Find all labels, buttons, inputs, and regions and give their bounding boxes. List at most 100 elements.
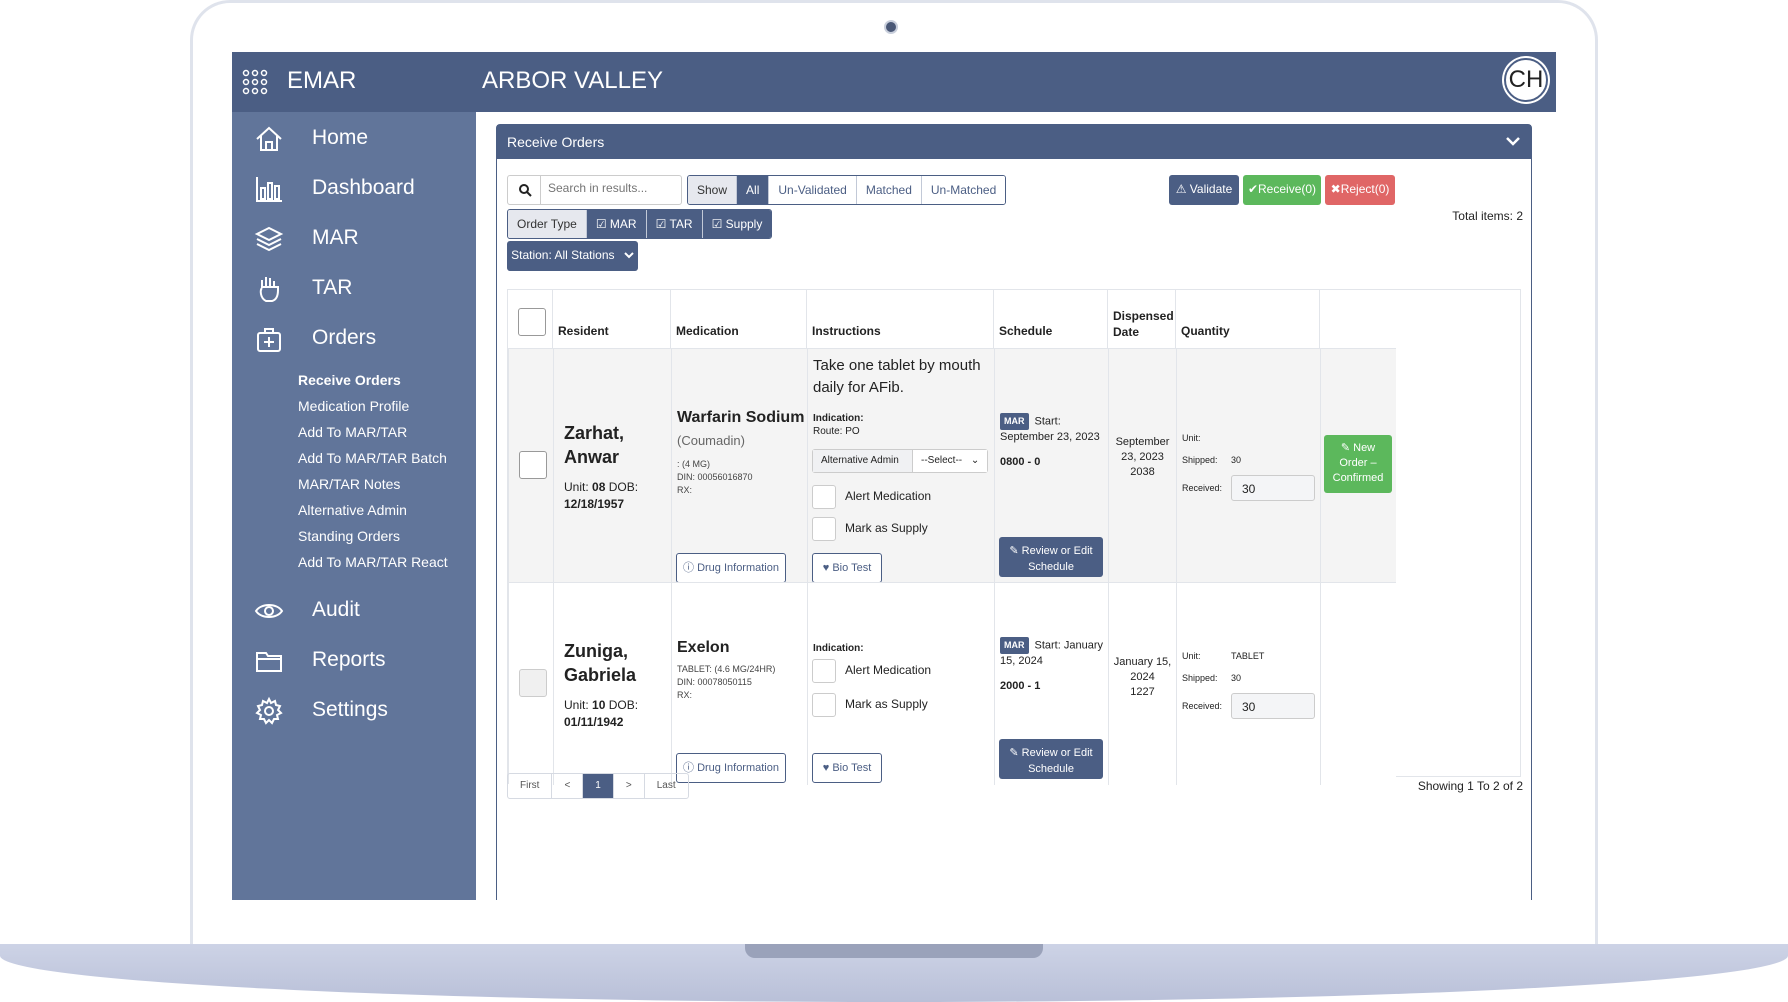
bio-test-button[interactable]: ♥ Bio Test (812, 753, 882, 783)
validate-button[interactable]: ⚠ Validate (1169, 175, 1239, 205)
drug-information-button[interactable]: ⓘ Drug Information (676, 753, 786, 783)
show-label: Show (688, 176, 737, 204)
mar-badge: MAR (1000, 413, 1029, 430)
row-checkbox[interactable] (519, 451, 547, 479)
sidebar-item-tar[interactable]: TAR (232, 268, 476, 308)
reject-button[interactable]: ✖Reject(0) (1325, 175, 1395, 205)
alert-medication-checkbox[interactable] (812, 485, 836, 509)
row-checkbox[interactable] (519, 669, 547, 697)
sidebar-item-label: MAR (312, 226, 359, 249)
show-unmatched-button[interactable]: Un-Matched (920, 176, 1006, 204)
panel-title: Receive Orders (507, 134, 605, 150)
order-type-tar[interactable]: ☑ TAR (645, 210, 702, 238)
top-bar: EMAR ARBOR VALLEY CH (232, 52, 1556, 112)
alert-medication-checkbox[interactable] (812, 659, 836, 683)
qty-shipped: 30 (1231, 455, 1242, 465)
folder-icon (256, 652, 282, 672)
qty-shipped-label: Shipped: (1182, 673, 1218, 683)
col-schedule: Schedule (993, 290, 1107, 348)
qty-shipped-label: Shipped: (1182, 455, 1218, 465)
receive-orders-panel: Receive Orders Show All Un-Validated Mat… (496, 124, 1532, 900)
user-avatar[interactable]: CH (1504, 58, 1548, 102)
drug-information-button[interactable]: ⓘ Drug Information (676, 553, 786, 583)
route-text: Route: PO (813, 426, 860, 437)
page-next[interactable]: > (612, 774, 644, 798)
sidebar-item-label: Home (312, 126, 369, 149)
sidebar-item-label: Dashboard (312, 176, 415, 199)
sidebar-item-orders[interactable]: Orders (232, 318, 476, 358)
review-schedule-button[interactable]: ✎ Review or Edit Schedule (999, 537, 1103, 577)
sidebar-sub-add-react[interactable]: Add To MAR/TAR React (298, 554, 448, 570)
schedule-start: MAR Start: (1000, 413, 1108, 430)
pagination: First < 1 > Last (507, 773, 689, 799)
bio-test-button[interactable]: ♥ Bio Test (812, 553, 882, 583)
eye-icon (254, 604, 284, 618)
sidebar-sub-notes[interactable]: MAR/TAR Notes (298, 476, 400, 492)
medication-name: Warfarin Sodium (677, 409, 805, 426)
sidebar-sub-receive-orders[interactable]: Receive Orders (298, 372, 401, 388)
receive-button[interactable]: ✔Receive(0) (1243, 175, 1321, 205)
alert-medication-label: Alert Medication (845, 489, 932, 503)
sidebar-item-reports[interactable]: Reports (232, 640, 476, 680)
sidebar-item-mar[interactable]: MAR (232, 218, 476, 258)
indication-label: Indication: (813, 643, 864, 654)
gear-icon (255, 696, 283, 725)
show-unvalidated-button[interactable]: Un-Validated (768, 176, 856, 204)
showing-count: Showing 1 To 2 of 2 (1417, 779, 1523, 793)
laptop-notch (745, 944, 1043, 958)
order-type-mar[interactable]: ☑ MAR (585, 210, 646, 238)
chevron-down-icon[interactable] (1505, 133, 1521, 149)
sidebar-sub-add-to-mar-tar[interactable]: Add To MAR/TAR (298, 424, 407, 440)
received-input[interactable]: 30 (1231, 475, 1315, 501)
sidebar-sub-add-batch[interactable]: Add To MAR/TAR Batch (298, 450, 447, 466)
sidebar-sub-alternative-admin[interactable]: Alternative Admin (298, 502, 407, 518)
sidebar-sub-standing-orders[interactable]: Standing Orders (298, 528, 400, 544)
received-input[interactable]: 30 (1231, 693, 1315, 719)
show-filter: Show All Un-Validated Matched Un-Matched (687, 175, 1007, 205)
col-action (1319, 290, 1396, 348)
show-all-button[interactable]: All (736, 176, 769, 204)
mark-supply-checkbox[interactable] (812, 517, 836, 541)
page-last[interactable]: Last (643, 774, 688, 798)
panel-header[interactable]: Receive Orders (497, 125, 1531, 159)
show-matched-button[interactable]: Matched (855, 176, 921, 204)
resident-name[interactable]: Zarhat, Anwar (564, 421, 671, 469)
medical-bag-icon (257, 328, 281, 352)
alternative-admin-select: Alternative Admin --Select-- ⌄ (812, 449, 988, 473)
qty-unit: TABLET (1231, 651, 1265, 661)
hand-icon (259, 277, 279, 302)
page-current[interactable]: 1 (582, 774, 613, 798)
sidebar-item-settings[interactable]: Settings (232, 690, 476, 730)
apps-grid-icon[interactable] (242, 69, 268, 95)
sidebar-item-home[interactable]: Home (232, 118, 476, 158)
indication-label: Indication: (813, 413, 864, 424)
main-content: Receive Orders Show All Un-Validated Mat… (476, 112, 1556, 900)
sidebar-sub-medication-profile[interactable]: Medication Profile (298, 398, 409, 414)
new-order-confirmed-button[interactable]: ✎ New Order – Confirmed (1324, 435, 1392, 493)
app-screen: EMAR ARBOR VALLEY CH Home Dashboard MAR … (232, 52, 1556, 900)
orders-table: Resident Medication Instructions Schedul… (507, 289, 1521, 785)
qty-unit-label: Unit: (1182, 433, 1201, 443)
app-brand: EMAR (287, 67, 357, 94)
resident-name[interactable]: Zuniga, Gabriela (564, 639, 671, 687)
sidebar-item-dashboard[interactable]: Dashboard (232, 168, 476, 208)
page-prev[interactable]: < (551, 774, 582, 798)
order-type-supply[interactable]: ☑ Supply (701, 210, 772, 238)
instructions-text: Take one tablet by mouth daily for AFib. (813, 357, 981, 396)
page-first[interactable]: First (508, 774, 551, 798)
select-all-checkbox[interactable] (518, 308, 546, 336)
qty-shipped: 30 (1231, 673, 1242, 683)
schedule-time: 2000 - 1 (1000, 680, 1041, 692)
mark-supply-label: Mark as Supply (845, 697, 928, 711)
admin-select-dropdown[interactable]: --Select-- ⌄ (913, 450, 987, 472)
sidebar-item-audit[interactable]: Audit (232, 590, 476, 630)
qty-received-label: Received: (1182, 483, 1223, 493)
sidebar: Home Dashboard MAR TAR Orders Receive Or… (232, 112, 476, 900)
search-icon (519, 184, 532, 197)
col-dispensed-date: Dispensed Date (1107, 290, 1175, 348)
sidebar-item-label: Reports (312, 648, 386, 671)
search-input[interactable] (548, 181, 676, 195)
mark-supply-checkbox[interactable] (812, 693, 836, 717)
station-select[interactable]: Station: All Stations (507, 241, 638, 271)
review-schedule-button[interactable]: ✎ Review or Edit Schedule (999, 739, 1103, 779)
